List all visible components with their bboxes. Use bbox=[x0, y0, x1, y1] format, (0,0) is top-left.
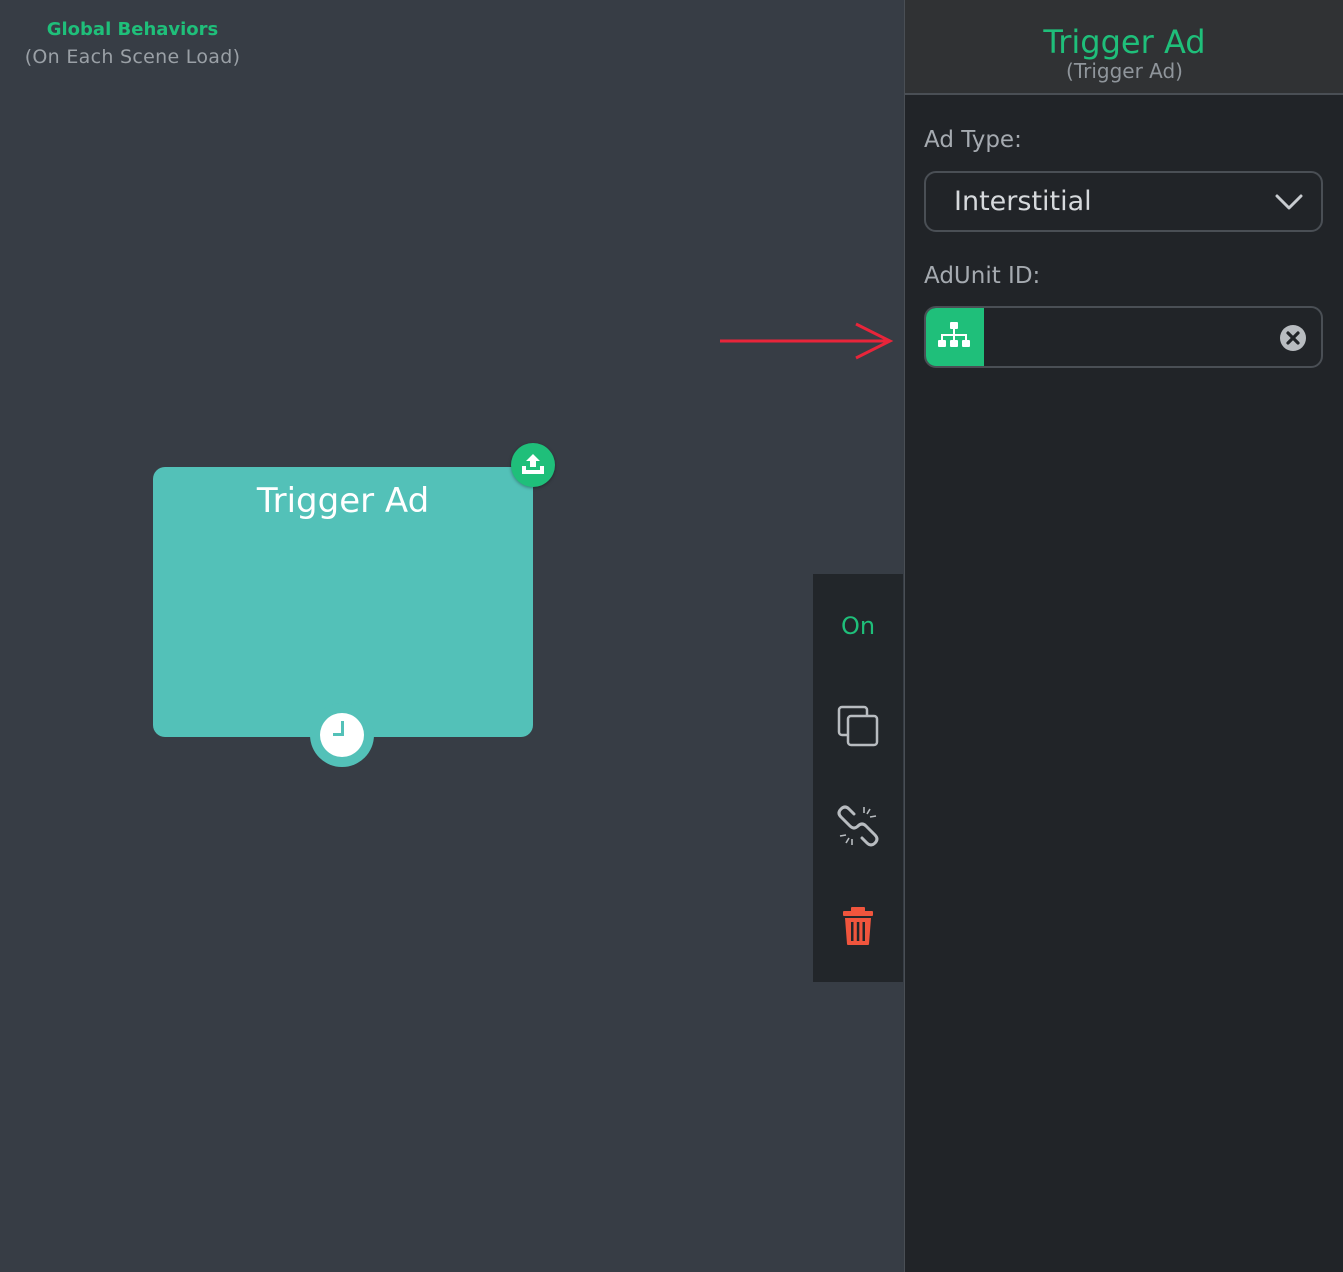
behavior-node-trigger-ad[interactable]: Trigger Ad bbox=[153, 443, 555, 767]
trash-icon bbox=[843, 907, 873, 945]
node-export-button[interactable] bbox=[511, 443, 555, 487]
scene-title-block: Global Behaviors (On Each Scene Load) bbox=[0, 18, 265, 72]
panel-header: Trigger Ad (Trigger Ad) bbox=[905, 0, 1343, 95]
duplicate-icon bbox=[837, 705, 879, 747]
ad-type-label: Ad Type: bbox=[924, 127, 1022, 153]
node-toolbar: On bbox=[813, 574, 903, 982]
scene-title: Global Behaviors bbox=[46, 19, 219, 40]
export-icon bbox=[522, 454, 544, 474]
sitemap-icon bbox=[938, 322, 970, 347]
ad-unit-id-input[interactable] bbox=[990, 314, 1274, 362]
unlink-button[interactable] bbox=[813, 796, 903, 856]
panel-title: Trigger Ad bbox=[1043, 23, 1206, 61]
clear-button[interactable] bbox=[1279, 324, 1307, 352]
ad-unit-id-field bbox=[924, 306, 1323, 368]
duplicate-button[interactable] bbox=[813, 696, 903, 756]
properties-panel: Trigger Ad (Trigger Ad) Ad Type: Interst… bbox=[904, 0, 1343, 1272]
annotation-arrow bbox=[720, 322, 894, 360]
ad-type-select[interactable]: Interstitial bbox=[924, 171, 1323, 232]
node-timer-button[interactable] bbox=[310, 703, 374, 767]
panel-subtitle: (Trigger Ad) bbox=[1066, 59, 1183, 83]
clock-icon bbox=[320, 713, 364, 757]
unlink-icon bbox=[837, 805, 879, 847]
ad-unit-id-label: AdUnit ID: bbox=[924, 263, 1041, 289]
chevron-down-icon bbox=[1275, 194, 1303, 210]
variable-picker-button[interactable] bbox=[926, 308, 984, 366]
toggle-on-button[interactable]: On bbox=[813, 596, 903, 656]
ad-type-value: Interstitial bbox=[954, 186, 1092, 217]
delete-button[interactable] bbox=[813, 896, 903, 956]
behavior-canvas[interactable]: Global Behaviors (On Each Scene Load) Tr… bbox=[0, 0, 905, 1272]
scene-subtitle: (On Each Scene Load) bbox=[24, 46, 241, 68]
node-title: Trigger Ad bbox=[256, 481, 430, 521]
clear-icon bbox=[1280, 325, 1306, 351]
